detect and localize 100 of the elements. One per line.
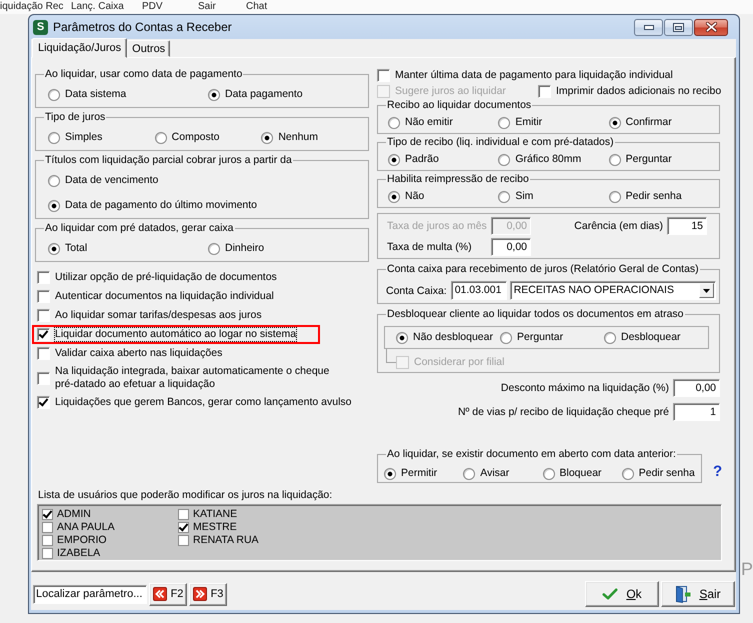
tab[interactable]: Outros <box>127 40 170 57</box>
radio-button[interactable] <box>48 132 60 144</box>
number-field[interactable]: 15 <box>667 217 707 235</box>
radio-option[interactable]: Pedir senha <box>608 189 682 204</box>
radio-button[interactable] <box>498 190 510 202</box>
nav-button[interactable]: F3 <box>189 582 227 606</box>
background-menu-item[interactable]: Lanç. Caixa <box>71 0 124 14</box>
account-dropdown[interactable]: RECEITAS NAO OPERACIONAIS <box>510 281 716 300</box>
checkbox[interactable] <box>178 522 189 533</box>
radio-button[interactable] <box>48 242 60 254</box>
radio-button[interactable] <box>500 332 512 344</box>
checkbox[interactable] <box>377 68 390 82</box>
radio-button[interactable] <box>384 468 396 480</box>
checkbox-option[interactable]: Ao liquidar somar tarifas/despesas aos juros <box>37 308 262 323</box>
background-menu-item[interactable]: iquidação Rec <box>0 0 64 14</box>
checkbox[interactable] <box>37 271 50 284</box>
checkbox[interactable] <box>37 328 50 341</box>
checkbox-option[interactable]: Validar caixa aberto nas liquidações <box>37 346 222 361</box>
radio-option[interactable]: Simples <box>48 130 102 145</box>
checkbox-option[interactable]: Manter última data de pagamento para liquidação individual <box>377 68 673 82</box>
radio-button[interactable] <box>604 332 616 344</box>
checkbox[interactable] <box>37 347 50 360</box>
radio-option[interactable]: Gráfico 80mm <box>498 152 582 167</box>
help-button[interactable]: ? <box>713 464 722 480</box>
radio-option[interactable]: Total <box>48 241 88 256</box>
checkbox-option[interactable]: Utilizar opção de pré-liquidação de documentos <box>37 270 277 285</box>
checkbox[interactable] <box>42 522 53 533</box>
radio-option[interactable]: Pedir senha <box>622 466 695 481</box>
search-field[interactable]: Localizar parâmetro... <box>33 584 147 604</box>
radio-option[interactable]: Desbloquear <box>604 330 681 345</box>
checkbox[interactable] <box>37 372 50 384</box>
radio-button[interactable] <box>463 468 476 480</box>
checkbox-option[interactable]: Liquidar documento automático ao logar no sistema <box>37 327 296 342</box>
nav-button[interactable]: F2 <box>149 582 187 606</box>
user-option[interactable]: EMPORIO <box>42 534 107 547</box>
checkbox-option[interactable]: Na liquidação integrada, baixar automaticamente o cheque pré-datado ao efetuar a liquidação <box>37 365 345 391</box>
radio-button[interactable] <box>396 332 408 344</box>
radio-option[interactable]: Padrão <box>388 152 439 167</box>
ok-button[interactable]: Ok <box>585 581 659 607</box>
radio-option[interactable]: Nenhum <box>261 130 318 145</box>
radio-option[interactable]: Confirmar <box>608 115 672 130</box>
radio-button[interactable] <box>208 88 220 100</box>
background-menu-item[interactable]: PDV <box>142 0 163 14</box>
checkbox[interactable] <box>42 535 53 546</box>
radio-option[interactable]: Não emitir <box>388 115 453 130</box>
number-field[interactable]: 0,00 <box>491 238 531 256</box>
radio-option[interactable]: Data pagamento <box>208 87 303 102</box>
radio-option[interactable]: Data sistema <box>48 87 126 102</box>
checkbox-option[interactable]: Liquidações que gerem Bancos, gerar como lançamento avulso <box>37 395 352 410</box>
radio-option[interactable]: Data de vencimento <box>48 173 158 188</box>
radio-button[interactable] <box>388 116 400 128</box>
checkbox[interactable] <box>538 84 551 98</box>
radio-button[interactable] <box>261 132 274 144</box>
radio-option[interactable]: Avisar <box>463 466 510 481</box>
background-menu-item[interactable]: Sair <box>198 0 216 14</box>
tab[interactable]: Liquidação/Juros <box>32 38 128 58</box>
number-field[interactable]: 1 <box>673 403 720 421</box>
code-field[interactable]: 01.03.001 <box>450 281 507 300</box>
checkbox[interactable] <box>37 290 50 303</box>
user-option[interactable]: IZABELA <box>42 547 100 560</box>
user-option[interactable]: ADMIN <box>42 508 91 521</box>
radio-option[interactable]: Sim <box>498 189 534 204</box>
minimize-button[interactable] <box>634 18 663 36</box>
radio-button[interactable] <box>608 154 621 166</box>
checkbox[interactable] <box>37 309 50 322</box>
user-option[interactable]: ANA PAULA <box>42 521 115 534</box>
checkbox-option[interactable]: Autenticar documentos na liquidação individual <box>37 289 274 304</box>
radio-button[interactable] <box>542 468 554 480</box>
checkbox[interactable] <box>42 509 53 520</box>
radio-option[interactable]: Composto <box>154 130 220 145</box>
user-option[interactable]: KATIANE <box>178 508 238 521</box>
radio-button[interactable] <box>498 116 510 128</box>
radio-button[interactable] <box>608 116 621 128</box>
radio-button[interactable] <box>48 88 60 100</box>
radio-button[interactable] <box>622 468 634 480</box>
radio-option[interactable]: Emitir <box>498 115 542 130</box>
checkbox[interactable] <box>37 396 50 409</box>
number-field[interactable]: 0,00 <box>673 379 720 397</box>
user-option[interactable]: MESTRE <box>178 521 237 534</box>
radio-button[interactable] <box>48 200 60 212</box>
radio-option[interactable]: Não desbloquear <box>396 330 493 345</box>
exit-button[interactable]: Sair <box>661 581 735 607</box>
dropdown-button[interactable] <box>699 283 714 298</box>
radio-option[interactable]: Perguntar <box>500 330 564 345</box>
radio-button[interactable] <box>208 242 220 254</box>
checkbox[interactable] <box>42 548 53 559</box>
user-option[interactable]: RENATA RUA <box>178 534 259 547</box>
radio-option[interactable]: Bloquear <box>542 466 602 481</box>
radio-button[interactable] <box>388 154 400 166</box>
checkbox[interactable] <box>178 535 189 546</box>
radio-button[interactable] <box>498 154 510 166</box>
radio-option[interactable]: Não <box>388 189 424 204</box>
radio-option[interactable]: Permitir <box>384 466 438 481</box>
maximize-button[interactable] <box>664 18 693 36</box>
radio-button[interactable] <box>154 132 167 144</box>
checkbox[interactable] <box>178 509 189 520</box>
background-menu-item[interactable]: Chat <box>246 0 268 14</box>
radio-button[interactable] <box>48 174 60 186</box>
radio-option[interactable]: Data de pagamento do último movimento <box>48 198 258 213</box>
radio-option[interactable]: Dinheiro <box>208 241 264 256</box>
